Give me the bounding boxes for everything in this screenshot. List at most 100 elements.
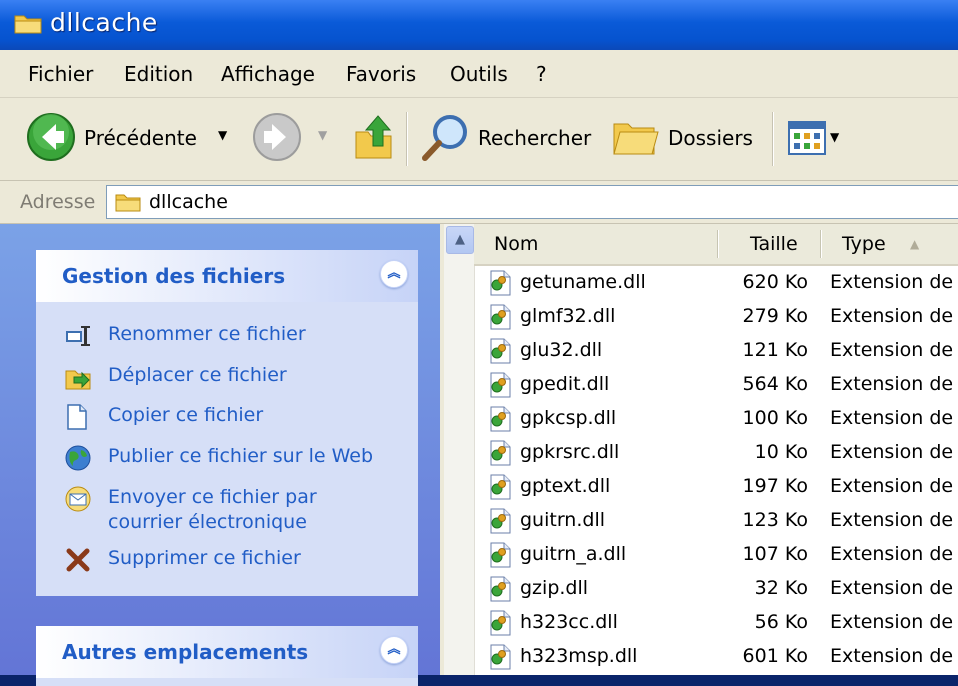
address-bar: Adresse dllcache xyxy=(0,181,958,224)
file-name: gzip.dll xyxy=(520,577,589,599)
address-field[interactable]: dllcache xyxy=(106,185,958,219)
delete-icon xyxy=(66,548,90,572)
dll-file-icon xyxy=(488,440,512,466)
file-name: h323cc.dll xyxy=(520,611,618,633)
file-size: 601 Ko xyxy=(742,645,808,667)
table-row[interactable]: gpkcsp.dll 100 Ko Extension de xyxy=(474,402,958,436)
dll-file-icon xyxy=(488,542,512,568)
column-type[interactable]: Type xyxy=(842,233,886,255)
task-label: Copier ce fichier xyxy=(108,404,264,426)
task-label: Publier ce fichier sur le Web xyxy=(108,445,373,467)
collapse-icon[interactable]: ︽ xyxy=(380,636,408,664)
file-type: Extension de xyxy=(830,611,954,633)
dll-file-icon xyxy=(488,508,512,534)
table-row[interactable]: gpedit.dll 564 Ko Extension de xyxy=(474,368,958,402)
menu-favoris[interactable]: Favoris xyxy=(346,62,416,86)
dll-file-icon xyxy=(488,406,512,432)
file-list: ▲ Nom Taille Type ▲ getuname.dll 620 Ko Ex… xyxy=(444,224,958,675)
up-folder-button[interactable] xyxy=(350,98,398,180)
task-label: Supprimer ce fichier xyxy=(108,547,301,569)
table-row[interactable]: gzip.dll 32 Ko Extension de xyxy=(474,572,958,606)
file-type: Extension de xyxy=(830,577,954,599)
title-bar[interactable]: dllcache xyxy=(0,0,958,50)
folder-icon xyxy=(14,15,42,34)
search-icon xyxy=(422,115,467,161)
back-dropdown-icon[interactable]: ▼ xyxy=(218,128,227,142)
dll-file-icon xyxy=(488,372,512,398)
dll-file-icon xyxy=(488,474,512,500)
table-row[interactable]: glu32.dll 121 Ko Extension de xyxy=(474,334,958,368)
column-divider[interactable] xyxy=(717,230,718,258)
table-row[interactable]: h323msp.dll 601 Ko Extension de xyxy=(474,640,958,674)
address-value: dllcache xyxy=(149,191,228,213)
dll-file-icon xyxy=(488,644,512,670)
scroll-up-icon[interactable]: ▲ xyxy=(446,226,474,254)
file-name: guitrn.dll xyxy=(520,509,606,531)
table-row[interactable]: guitrn_a.dll 107 Ko Extension de xyxy=(474,538,958,572)
dll-file-icon xyxy=(488,304,512,330)
sort-ascending-icon: ▲ xyxy=(910,237,920,251)
folders-button[interactable]: Dossiers xyxy=(612,98,762,180)
forward-arrow-icon xyxy=(253,113,301,161)
table-row[interactable]: gpkrsrc.dll 10 Ko Extension de xyxy=(474,436,958,470)
column-header: Nom Taille Type ▲ xyxy=(474,224,958,266)
menu-bar: Fichier Edition Affichage Favoris Outils… xyxy=(0,50,958,98)
file-type: Extension de xyxy=(830,441,954,463)
table-row[interactable]: getuname.dll 620 Ko Extension de xyxy=(474,266,958,300)
file-type: Extension de xyxy=(830,543,954,565)
file-name: getuname.dll xyxy=(520,271,646,293)
column-size[interactable]: Taille xyxy=(750,233,798,255)
menu-affichage[interactable]: Affichage xyxy=(221,62,315,86)
file-name: gpkrsrc.dll xyxy=(520,441,620,463)
file-name: h323msp.dll xyxy=(520,645,638,667)
search-label: Rechercher xyxy=(478,126,592,150)
email-icon xyxy=(65,486,91,512)
file-name: gpkcsp.dll xyxy=(520,407,617,429)
table-row[interactable]: guitrn.dll 123 Ko Extension de xyxy=(474,504,958,538)
search-button[interactable]: Rechercher xyxy=(418,98,598,180)
menu-fichier[interactable]: Fichier xyxy=(28,62,93,86)
file-tasks-title: Gestion des fichiers xyxy=(62,264,286,288)
menu-help[interactable]: ? xyxy=(536,62,547,86)
file-size: 100 Ko xyxy=(742,407,808,429)
file-tasks-panel: Gestion des fichiers ︽ Renommer ce fichi… xyxy=(36,250,418,596)
column-name[interactable]: Nom xyxy=(494,233,538,255)
file-name: glmf32.dll xyxy=(520,305,616,327)
collapse-icon[interactable]: ︽ xyxy=(380,260,408,288)
copy-icon xyxy=(67,404,87,430)
file-size: 564 Ko xyxy=(742,373,808,395)
forward-dropdown-icon[interactable]: ▼ xyxy=(318,128,327,142)
file-type: Extension de xyxy=(830,305,954,327)
file-size: 620 Ko xyxy=(742,271,808,293)
other-places-panel: Autres emplacements ︽ xyxy=(36,626,418,686)
file-type: Extension de xyxy=(830,271,954,293)
column-divider[interactable] xyxy=(820,230,821,258)
dll-file-icon xyxy=(488,610,512,636)
file-size: 279 Ko xyxy=(742,305,808,327)
menu-outils[interactable]: Outils xyxy=(450,62,508,86)
views-button[interactable]: ▼ xyxy=(784,98,854,180)
task-label: Déplacer ce fichier xyxy=(108,364,287,386)
file-size: 32 Ko xyxy=(754,577,808,599)
file-tasks-header[interactable]: Gestion des fichiers ︽ xyxy=(36,250,418,302)
toolbar-separator xyxy=(772,112,773,166)
back-arrow-icon xyxy=(27,113,75,161)
menu-edition[interactable]: Edition xyxy=(124,62,193,86)
views-dropdown-icon[interactable]: ▼ xyxy=(830,130,839,144)
rename-icon xyxy=(66,326,90,346)
forward-button[interactable]: ▼ xyxy=(252,98,332,180)
task-label-line2: courrier électronique xyxy=(108,511,307,533)
file-size: 197 Ko xyxy=(742,475,808,497)
toolbar-separator xyxy=(406,112,407,166)
up-folder-icon xyxy=(355,115,392,159)
table-row[interactable]: gptext.dll 197 Ko Extension de xyxy=(474,470,958,504)
file-type: Extension de xyxy=(830,339,954,361)
table-row[interactable]: glmf32.dll 279 Ko Extension de xyxy=(474,300,958,334)
vertical-scrollbar[interactable]: ▲ xyxy=(444,224,475,675)
table-row[interactable]: h323cc.dll 56 Ko Extension de xyxy=(474,606,958,640)
back-button[interactable]: Précédente ▼ xyxy=(22,98,242,180)
toolbar: Précédente ▼ ▼ Rechercher Dossiers ▼ xyxy=(0,98,958,181)
other-places-header[interactable]: Autres emplacements ︽ xyxy=(36,626,418,678)
views-grid-icon xyxy=(788,121,826,155)
file-type: Extension de xyxy=(830,475,954,497)
